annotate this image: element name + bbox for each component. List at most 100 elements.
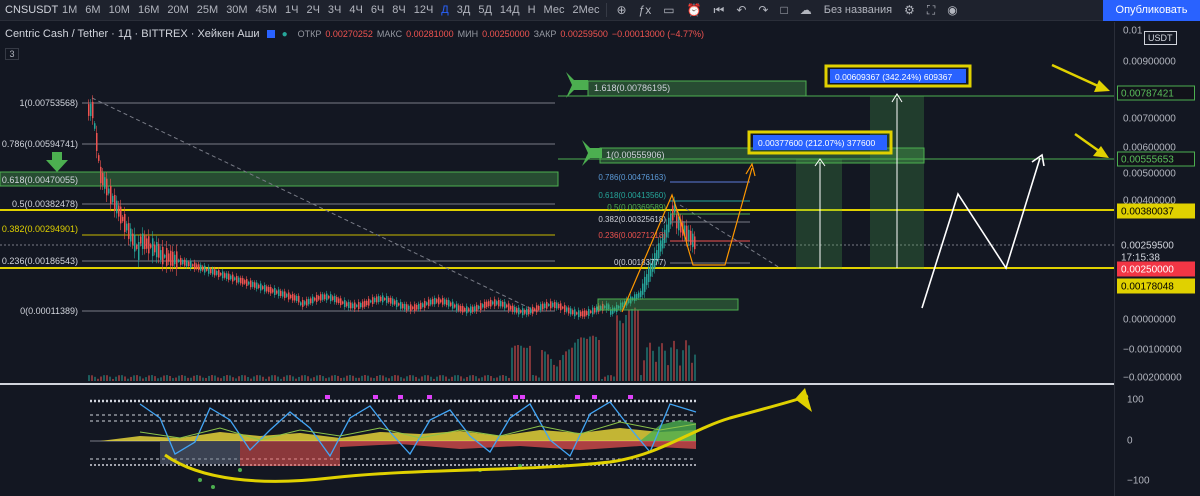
- fullscreen-icon[interactable]: ⛶: [921, 0, 941, 21]
- interval-10[interactable]: 3Ч: [324, 0, 345, 21]
- candle: [130, 228, 132, 242]
- candle: [170, 250, 172, 266]
- interval-14[interactable]: 12Ч: [410, 0, 438, 21]
- candle: [478, 305, 480, 309]
- volume-bar: [658, 346, 660, 381]
- fib-retracement-left[interactable]: 1(0.00753568) 0.786(0.00594741) 0.618(0.…: [0, 98, 559, 316]
- candle: [522, 308, 524, 316]
- symbol-search[interactable]: CNSUSDT: [0, 4, 58, 16]
- redo-icon[interactable]: ↷: [752, 0, 774, 21]
- main-chart-pane[interactable]: 1(0.00753568) 0.786(0.00594741) 0.618(0.…: [0, 22, 1114, 496]
- candle: [156, 241, 158, 258]
- volume-bar: [295, 378, 297, 381]
- volume-bar: [670, 347, 672, 381]
- interval-0[interactable]: 1М: [58, 0, 81, 21]
- interval-20[interactable]: Мес: [540, 0, 569, 21]
- candle: [304, 301, 306, 305]
- volume-bar: [631, 308, 633, 381]
- volume-bar: [178, 375, 180, 381]
- candle: [448, 300, 450, 307]
- interval-16[interactable]: 3Д: [453, 0, 475, 21]
- candle: [404, 303, 406, 310]
- candle: [138, 242, 140, 260]
- fib-ext-1618-label: 1.618(0.00786195): [594, 83, 670, 93]
- interval-21[interactable]: 2Мес: [568, 0, 603, 21]
- candle: [88, 104, 90, 116]
- volume-bar: [106, 375, 108, 381]
- volume-bar: [100, 376, 102, 381]
- volume-bar: [655, 361, 657, 381]
- interval-8[interactable]: 1Ч: [281, 0, 302, 21]
- volume-bar: [214, 375, 216, 381]
- fib-retracement-right[interactable]: 0.786(0.00476163) 0.618(0.00413560) 0.5(…: [598, 173, 750, 267]
- currency-label[interactable]: USDT: [1144, 31, 1177, 45]
- target-label-2[interactable]: 0.00377600 (212.07%) 377600: [747, 130, 893, 155]
- candle: [96, 133, 98, 151]
- volume-bar: [124, 376, 126, 381]
- candle: [232, 274, 234, 282]
- volume-bar: [418, 378, 420, 381]
- volume-bar: [448, 378, 450, 381]
- volume-bar: [289, 375, 291, 381]
- interval-17[interactable]: 5Д: [474, 0, 496, 21]
- interval-18[interactable]: 14Д: [496, 0, 524, 21]
- candle: [442, 297, 444, 305]
- interval-2[interactable]: 10М: [105, 0, 134, 21]
- candle: [258, 284, 260, 289]
- indicators-icon[interactable]: ƒx: [633, 0, 658, 21]
- volume-bar: [283, 376, 285, 381]
- price-scale[interactable]: 0.01 0.00900000 0.00700000 0.00600000 0.0050…: [1114, 22, 1200, 496]
- interval-7[interactable]: 45М: [252, 0, 281, 21]
- interval-1[interactable]: 6М: [81, 0, 104, 21]
- layout-icon[interactable]: □: [774, 0, 793, 21]
- interval-13[interactable]: 8Ч: [388, 0, 409, 21]
- interval-6[interactable]: 30М: [222, 0, 251, 21]
- volume-bar: [151, 375, 153, 381]
- interval-3[interactable]: 16М: [134, 0, 163, 21]
- interval-15[interactable]: Д: [437, 0, 452, 21]
- layout-name[interactable]: Без названия: [818, 0, 898, 21]
- candle: [554, 302, 556, 309]
- candle: [458, 305, 460, 311]
- interval-11[interactable]: 4Ч: [345, 0, 366, 21]
- candle: [526, 308, 528, 315]
- templates-icon[interactable]: ▭: [657, 0, 680, 21]
- oscillator-pane[interactable]: [90, 388, 812, 489]
- snapshot-icon[interactable]: ◉: [941, 0, 963, 21]
- candle: [328, 295, 330, 299]
- target-label-1[interactable]: 0.00609367 (342.24%) 609367: [824, 64, 972, 88]
- candle: [150, 244, 152, 248]
- volume-bar: [520, 345, 522, 381]
- compare-add-icon[interactable]: ⊕: [610, 0, 632, 21]
- volume-bar: [517, 345, 519, 381]
- candle: [112, 195, 114, 203]
- replay-icon[interactable]: ⏮: [708, 0, 731, 21]
- alert-icon[interactable]: ⏰: [681, 0, 708, 21]
- candle: [286, 293, 288, 297]
- candle: [348, 301, 350, 309]
- fib-extension[interactable]: 1.618(0.00786195) 1(0.00555906): [558, 80, 1114, 164]
- candle: [184, 259, 186, 266]
- volume-bar: [496, 377, 498, 381]
- interval-12[interactable]: 6Ч: [367, 0, 388, 21]
- volume-bar: [172, 378, 174, 381]
- cloud-icon[interactable]: ☁: [794, 0, 818, 21]
- undo-icon[interactable]: ↶: [730, 0, 752, 21]
- candle: [420, 302, 422, 310]
- interval-4[interactable]: 20М: [163, 0, 192, 21]
- publish-button[interactable]: Опубликовать: [1103, 0, 1200, 21]
- indicator-tick: 0: [1127, 435, 1133, 447]
- volume-bar: [319, 375, 321, 381]
- price-tag: 0.00178048: [1117, 278, 1195, 294]
- price-tick: 0.00500000: [1123, 168, 1176, 180]
- volume-bar: [571, 347, 573, 381]
- interval-9[interactable]: 2Ч: [302, 0, 323, 21]
- settings-icon[interactable]: ⚙: [898, 0, 921, 21]
- volume-bar: [484, 375, 486, 381]
- candle: [266, 286, 268, 292]
- pane-separator[interactable]: [0, 383, 1114, 385]
- interval-19[interactable]: Н: [524, 0, 540, 21]
- volume-bar: [445, 376, 447, 381]
- volume-bar: [646, 347, 648, 381]
- interval-5[interactable]: 25М: [193, 0, 222, 21]
